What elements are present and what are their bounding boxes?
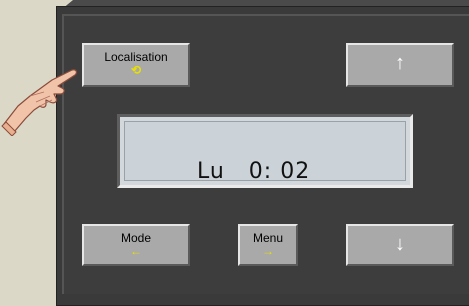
up-button[interactable]: ↑ xyxy=(346,43,454,87)
localisation-button[interactable]: Localisation ⟲ xyxy=(82,43,190,87)
menu-button[interactable]: Menu → xyxy=(238,224,298,266)
arrow-up-icon: ↑ xyxy=(395,52,405,74)
lcd-display-screen: Lu 0: 02 xyxy=(124,121,406,184)
arrow-down-icon: ↓ xyxy=(395,233,405,255)
lcd-display-text: Lu 0: 02 xyxy=(197,159,311,184)
arrow-left-icon: ← xyxy=(130,244,142,258)
down-button[interactable]: ↓ xyxy=(346,224,454,266)
refresh-icon: ⟲ xyxy=(130,63,142,77)
mode-button[interactable]: Mode ← xyxy=(82,224,190,266)
lcd-display: Lu 0: 02 xyxy=(117,114,413,188)
pointing-hand-icon xyxy=(1,69,78,136)
arrow-right-icon: → xyxy=(262,244,274,258)
